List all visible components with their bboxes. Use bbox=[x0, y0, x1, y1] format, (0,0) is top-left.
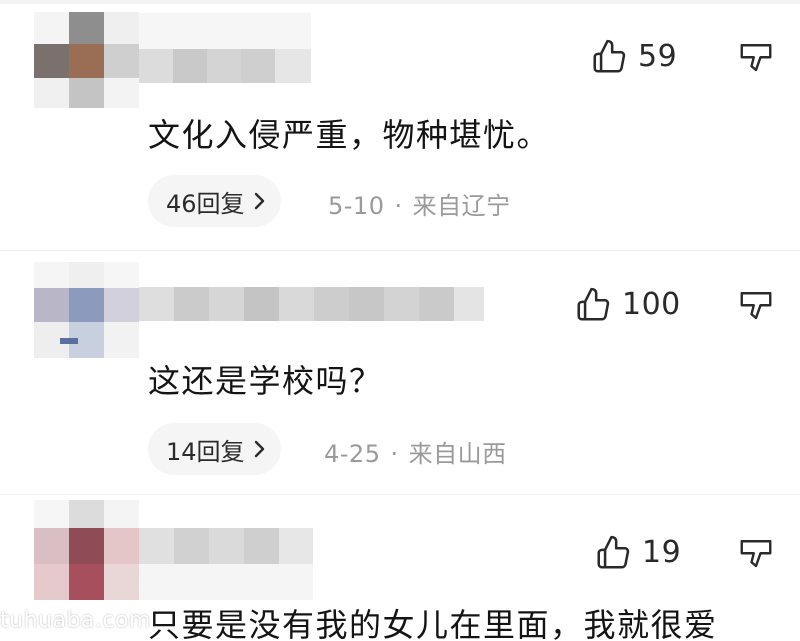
replies-button[interactable]: 46回复 bbox=[148, 175, 281, 227]
like-button[interactable]: 19 bbox=[594, 534, 681, 572]
avatar-pixelated[interactable] bbox=[34, 262, 139, 358]
replies-button[interactable]: 14回复 bbox=[148, 423, 281, 475]
like-count: 59 bbox=[638, 39, 678, 74]
dislike-button[interactable] bbox=[738, 40, 774, 76]
username-pixelated[interactable] bbox=[139, 13, 311, 83]
avatar-pixelated[interactable] bbox=[34, 12, 139, 108]
replies-label: 46回复 bbox=[166, 189, 245, 218]
comment-meta: 5-10 · 来自辽宁 bbox=[328, 186, 511, 221]
username-pixelated[interactable] bbox=[139, 528, 313, 600]
comment-text: 这还是学校吗？ bbox=[148, 362, 383, 400]
comment-divider bbox=[0, 250, 800, 251]
thumbs-up-icon bbox=[593, 39, 626, 73]
chevron-right-icon bbox=[254, 440, 264, 458]
like-button[interactable]: 100 bbox=[574, 286, 681, 324]
comment-location: 来自辽宁 bbox=[412, 192, 511, 220]
comment-date: 4-25 bbox=[324, 440, 381, 468]
comment-text: 文化入侵严重，物种堪忧。 bbox=[148, 116, 551, 154]
dislike-button[interactable] bbox=[738, 288, 774, 324]
avatar-pixelated[interactable] bbox=[34, 500, 139, 600]
like-count: 19 bbox=[642, 535, 682, 570]
thumbs-up-icon bbox=[577, 287, 610, 321]
thumbs-down-icon bbox=[740, 44, 772, 72]
comment-text: 只要是没有我的女儿在里面，我就很爱 bbox=[148, 606, 718, 641]
like-count: 100 bbox=[622, 287, 681, 322]
username-pixelated[interactable] bbox=[139, 287, 484, 321]
site-watermark: tuhuaba.com bbox=[0, 608, 151, 633]
top-divider bbox=[0, 0, 800, 4]
meta-dot: · bbox=[394, 192, 403, 220]
replies-label: 14回复 bbox=[166, 437, 245, 466]
comment-date: 5-10 bbox=[328, 192, 385, 220]
comment-meta: 4-25 · 来自山西 bbox=[324, 434, 507, 469]
thumbs-down-icon bbox=[740, 540, 772, 568]
thumbs-down-icon bbox=[740, 292, 772, 320]
chevron-right-icon bbox=[254, 192, 264, 210]
comment-feed: 59 文化入侵严重，物种堪忧。 46回复 5-10 · 来自辽宁 100 这还是… bbox=[0, 0, 800, 641]
comment-divider bbox=[0, 494, 800, 495]
like-button[interactable]: 59 bbox=[590, 38, 677, 76]
dislike-button[interactable] bbox=[738, 536, 774, 572]
thumbs-up-icon bbox=[597, 535, 630, 569]
meta-dot: · bbox=[390, 440, 399, 468]
comment-location: 来自山西 bbox=[408, 440, 507, 468]
